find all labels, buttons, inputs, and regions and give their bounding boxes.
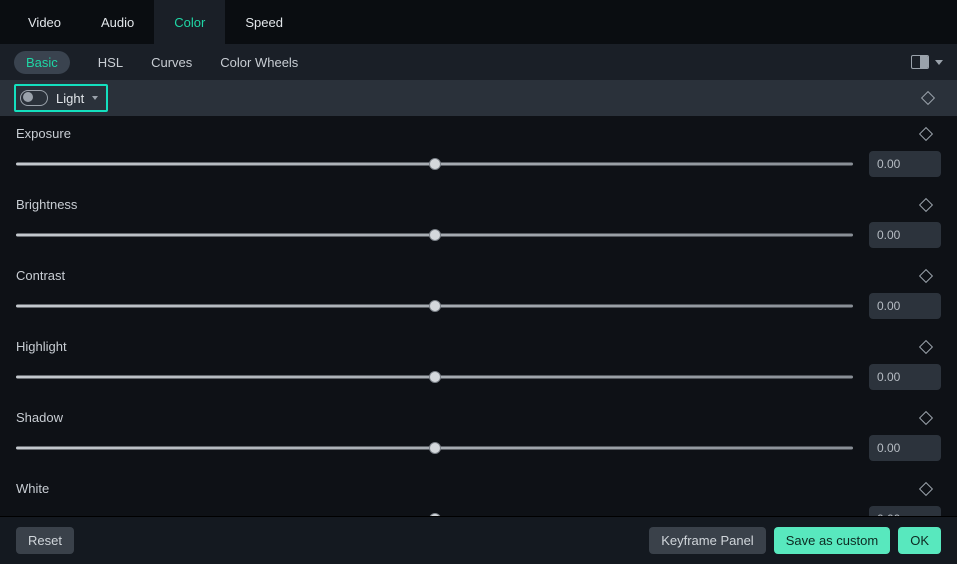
param-highlight: Highlight 0.00 — [0, 333, 957, 404]
tab-audio[interactable]: Audio — [81, 0, 154, 44]
keyframe-icon[interactable] — [919, 126, 933, 140]
save-as-custom-button[interactable]: Save as custom — [774, 527, 891, 554]
keyframe-icon[interactable] — [919, 481, 933, 495]
subtab-colorwheels[interactable]: Color Wheels — [220, 55, 298, 70]
tab-speed[interactable]: Speed — [225, 0, 303, 44]
light-collapse-icon[interactable] — [92, 96, 98, 100]
light-enable-toggle[interactable] — [20, 90, 48, 106]
contrast-slider[interactable] — [16, 298, 853, 314]
tab-color[interactable]: Color — [154, 0, 225, 44]
param-brightness: Brightness 0.00 — [0, 191, 957, 262]
white-slider[interactable] — [16, 511, 853, 516]
param-shadow: Shadow 0.00 — [0, 404, 957, 475]
reset-button[interactable]: Reset — [16, 527, 74, 554]
exposure-value-input[interactable]: 0.00 — [869, 151, 941, 177]
light-keyframe-icon[interactable] — [921, 91, 935, 105]
subtab-curves[interactable]: Curves — [151, 55, 192, 70]
top-tabs: Video Audio Color Speed — [0, 0, 957, 44]
brightness-slider[interactable] — [16, 227, 853, 243]
param-label: White — [16, 481, 49, 496]
brightness-value-input[interactable]: 0.00 — [869, 222, 941, 248]
ok-button[interactable]: OK — [898, 527, 941, 554]
keyframe-icon[interactable] — [919, 197, 933, 211]
highlight-slider[interactable] — [16, 369, 853, 385]
sub-tabs: Basic HSL Curves Color Wheels — [0, 44, 957, 80]
keyframe-icon[interactable] — [919, 268, 933, 282]
param-white: White 0.00 — [0, 475, 957, 516]
contrast-value-input[interactable]: 0.00 — [869, 293, 941, 319]
light-section-toggle-group: Light — [14, 84, 108, 112]
params-scroll-area[interactable]: Exposure 0.00 Brightness 0.00 Contrast — [0, 116, 957, 516]
white-value-input[interactable]: 0.00 — [869, 506, 941, 516]
subtab-basic[interactable]: Basic — [14, 51, 70, 74]
param-contrast: Contrast 0.00 — [0, 262, 957, 333]
param-label: Highlight — [16, 339, 67, 354]
keyframe-icon[interactable] — [919, 339, 933, 353]
compare-dropdown-icon[interactable] — [935, 60, 943, 65]
keyframe-icon[interactable] — [919, 410, 933, 424]
param-exposure: Exposure 0.00 — [0, 120, 957, 191]
compare-view-icon[interactable] — [911, 55, 929, 69]
highlight-value-input[interactable]: 0.00 — [869, 364, 941, 390]
param-label: Exposure — [16, 126, 71, 141]
shadow-value-input[interactable]: 0.00 — [869, 435, 941, 461]
keyframe-panel-button[interactable]: Keyframe Panel — [649, 527, 766, 554]
param-label: Brightness — [16, 197, 77, 212]
shadow-slider[interactable] — [16, 440, 853, 456]
param-label: Shadow — [16, 410, 63, 425]
subtab-hsl[interactable]: HSL — [98, 55, 123, 70]
exposure-slider[interactable] — [16, 156, 853, 172]
tab-video[interactable]: Video — [8, 0, 81, 44]
footer: Reset Keyframe Panel Save as custom OK — [0, 516, 957, 564]
section-header-light: Light — [0, 80, 957, 116]
param-label: Contrast — [16, 268, 65, 283]
light-section-label: Light — [56, 91, 84, 106]
